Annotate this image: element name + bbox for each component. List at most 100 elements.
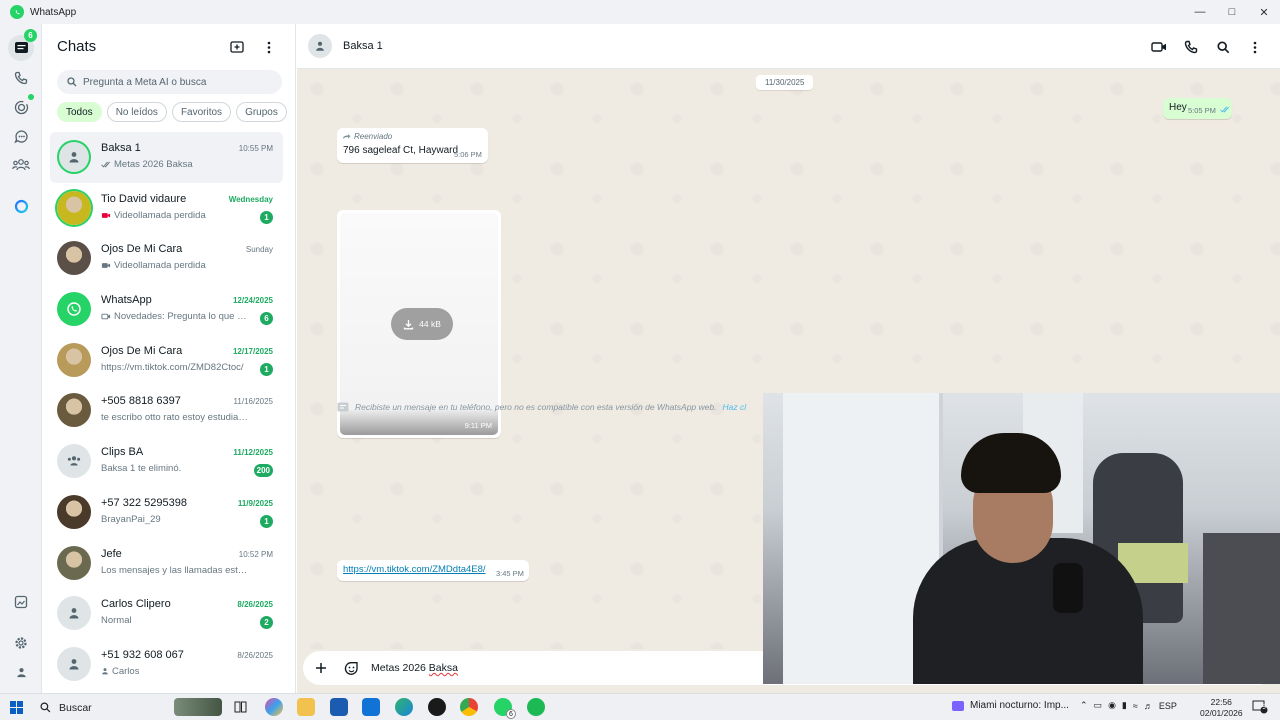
chat-list-item[interactable]: Jefe 10:52 PM Los mensajes y las llamadas … (50, 538, 283, 589)
chat-list-item[interactable]: Ojos De Mi Cara 12/17/2025 https://vm.tikt… (50, 335, 283, 386)
attach-button[interactable] (309, 656, 333, 680)
game-app[interactable] (428, 698, 446, 716)
status-nav-button[interactable] (8, 94, 34, 120)
unsupported-message-note: Recibiste un mensaje en tu teléfono, per… (337, 397, 746, 417)
link-message[interactable]: https://vm.tiktok.com/ZMDdta4E8/ 3:45 PM (337, 560, 529, 581)
chat-avatar[interactable] (57, 596, 91, 631)
file-explorer-app[interactable] (297, 698, 315, 716)
chat-avatar[interactable] (57, 494, 91, 529)
message-input[interactable]: Metas 2026 Baksa (371, 662, 458, 674)
volume-icon[interactable]: ♬ (1144, 701, 1153, 711)
edge-app[interactable] (395, 698, 413, 716)
learn-more-link[interactable]: Haz cl (722, 402, 746, 412)
filter-favorites-chip[interactable]: Favoritos (171, 102, 232, 122)
chat-time: 12/17/2025 (232, 346, 273, 356)
whatsapp-taskbar-app[interactable]: 6 (494, 698, 516, 719)
conversation-menu-button[interactable] (1246, 38, 1264, 56)
maximize-button[interactable]: □ (1216, 0, 1248, 24)
conversation-header[interactable]: Baksa 1 (297, 24, 1280, 69)
chat-avatar[interactable] (57, 545, 91, 580)
taskbar-clock[interactable]: 22:56 02/01/2026 (1200, 697, 1243, 719)
chat-preview: te escribo otto rato estoy estudiando p.… (101, 412, 251, 424)
chevron-up-icon[interactable]: ⌃ (1080, 700, 1088, 711)
notification-count: 5 (1262, 705, 1266, 711)
notification-center-button[interactable]: 5 (1252, 700, 1268, 714)
communities-nav-button[interactable] (8, 152, 34, 178)
chat-list-menu-button[interactable] (260, 38, 278, 56)
contact-name[interactable]: Baksa 1 (343, 40, 383, 52)
search-input[interactable] (83, 76, 263, 88)
language-indicator[interactable]: ESP (1159, 701, 1177, 711)
chat-list-item[interactable]: Clips BA 11/12/2025 Baksa 1 te eliminó. 200 (50, 436, 283, 487)
usb-icon[interactable]: ▭ (1094, 700, 1103, 711)
chat-list-item[interactable]: WhatsApp 12/24/2025 Novedades: Pregunta lo… (50, 284, 283, 335)
settings-nav-button[interactable] (8, 630, 34, 656)
voice-call-button[interactable] (1182, 38, 1200, 56)
outgoing-message[interactable]: Hey 5:05 PM (1163, 98, 1232, 119)
chat-avatar[interactable] (57, 140, 91, 174)
windows-taskbar: Buscar 6 Miami nocturno: Imp... ⌃ ▭ ◉ ▮ … (0, 693, 1280, 720)
filter-groups-chip[interactable]: Grupos (236, 102, 287, 122)
chats-nav-button[interactable]: 6 (8, 29, 37, 61)
wifi-icon[interactable]: ≈ (1133, 701, 1138, 711)
chat-avatar[interactable] (57, 190, 91, 225)
chat-list-item[interactable]: +57 322 5295398 11/9/2025 BrayanPai_29 1 (50, 487, 283, 538)
chat-time: Sunday (245, 245, 273, 255)
chat-list-item[interactable]: Carlos Clipero 8/26/2025 Normal 2 (50, 588, 283, 639)
chat-avatar[interactable] (57, 646, 91, 681)
media-gallery-nav-button[interactable] (8, 589, 34, 615)
chrome-app[interactable] (460, 698, 478, 716)
chat-name: Clips BA (101, 446, 144, 459)
microphone-icon[interactable]: ▮ (1122, 700, 1127, 711)
webcam-microphone (1053, 563, 1083, 613)
chat-preview: Metas 2026 Baksa (101, 159, 251, 170)
meta-ai-nav-button[interactable] (8, 193, 34, 219)
location-icon[interactable]: ◉ (1108, 700, 1116, 711)
chat-name: +57 322 5295398 (101, 496, 187, 509)
contact-avatar[interactable] (308, 34, 332, 58)
profile-nav-button[interactable] (8, 659, 34, 685)
emoji-button[interactable] (339, 656, 363, 680)
chat-list-item[interactable]: +51 932 608 067 8/26/2025 Carlos (50, 639, 283, 690)
chat-time: 10:55 PM (238, 144, 273, 153)
chat-avatar[interactable] (57, 241, 91, 276)
copilot-app[interactable] (265, 698, 283, 716)
forwarded-message[interactable]: Reenviado 796 sageleaf Ct, Hayward 5:06 … (337, 128, 488, 163)
start-button[interactable] (10, 701, 23, 714)
close-button[interactable]: ✕ (1248, 0, 1280, 24)
chat-avatar[interactable] (57, 393, 91, 428)
task-view-button[interactable] (231, 698, 249, 716)
search-bar[interactable] (57, 70, 282, 94)
spotify-app[interactable] (527, 698, 545, 716)
download-media-button[interactable]: 44 kB (391, 308, 453, 340)
minimize-button[interactable]: — (1184, 0, 1216, 24)
chat-name: +51 932 608 067 (101, 648, 184, 661)
new-chat-button[interactable] (228, 38, 246, 56)
status-icon (14, 100, 28, 114)
filter-unread-chip[interactable]: No leídos (106, 102, 167, 122)
message-link[interactable]: https://vm.tiktok.com/ZMDdta4E8/ (343, 564, 486, 575)
chat-list-item[interactable]: Baksa 1 10:55 PM Metas 2026 Baksa (50, 132, 283, 183)
video-call-button[interactable] (1150, 38, 1168, 56)
chat-list-item[interactable]: Tio David vidaure Wednesday Videollamada p… (50, 183, 283, 234)
search-messages-button[interactable] (1214, 38, 1232, 56)
group-avatar-icon (67, 456, 81, 466)
media-widget[interactable]: Miami nocturno: Imp... (952, 700, 1069, 711)
chat-name: Ojos De Mi Cara (101, 344, 183, 357)
search-highlight-image[interactable] (174, 698, 222, 716)
channels-nav-button[interactable] (8, 123, 34, 149)
chat-avatar[interactable] (57, 342, 91, 377)
filter-all-chip[interactable]: Todos (57, 102, 102, 122)
chat-avatar[interactable] (57, 444, 91, 479)
store-app[interactable] (330, 698, 348, 716)
chat-avatar[interactable] (57, 292, 91, 327)
outlook-app[interactable] (362, 698, 380, 716)
chat-list-item[interactable]: Ojos De Mi Cara Sunday Videollamada perdid… (50, 233, 283, 284)
chat-name: Jefe (101, 547, 122, 560)
chat-time: 11/9/2025 (237, 498, 273, 508)
channels-icon (13, 129, 28, 143)
calls-nav-button[interactable] (8, 65, 34, 91)
missed-video-icon (101, 212, 111, 219)
chat-list-item[interactable]: +505 8818 6397 11/16/2025 te escribo otto … (50, 385, 283, 436)
status-new-dot (28, 94, 34, 100)
